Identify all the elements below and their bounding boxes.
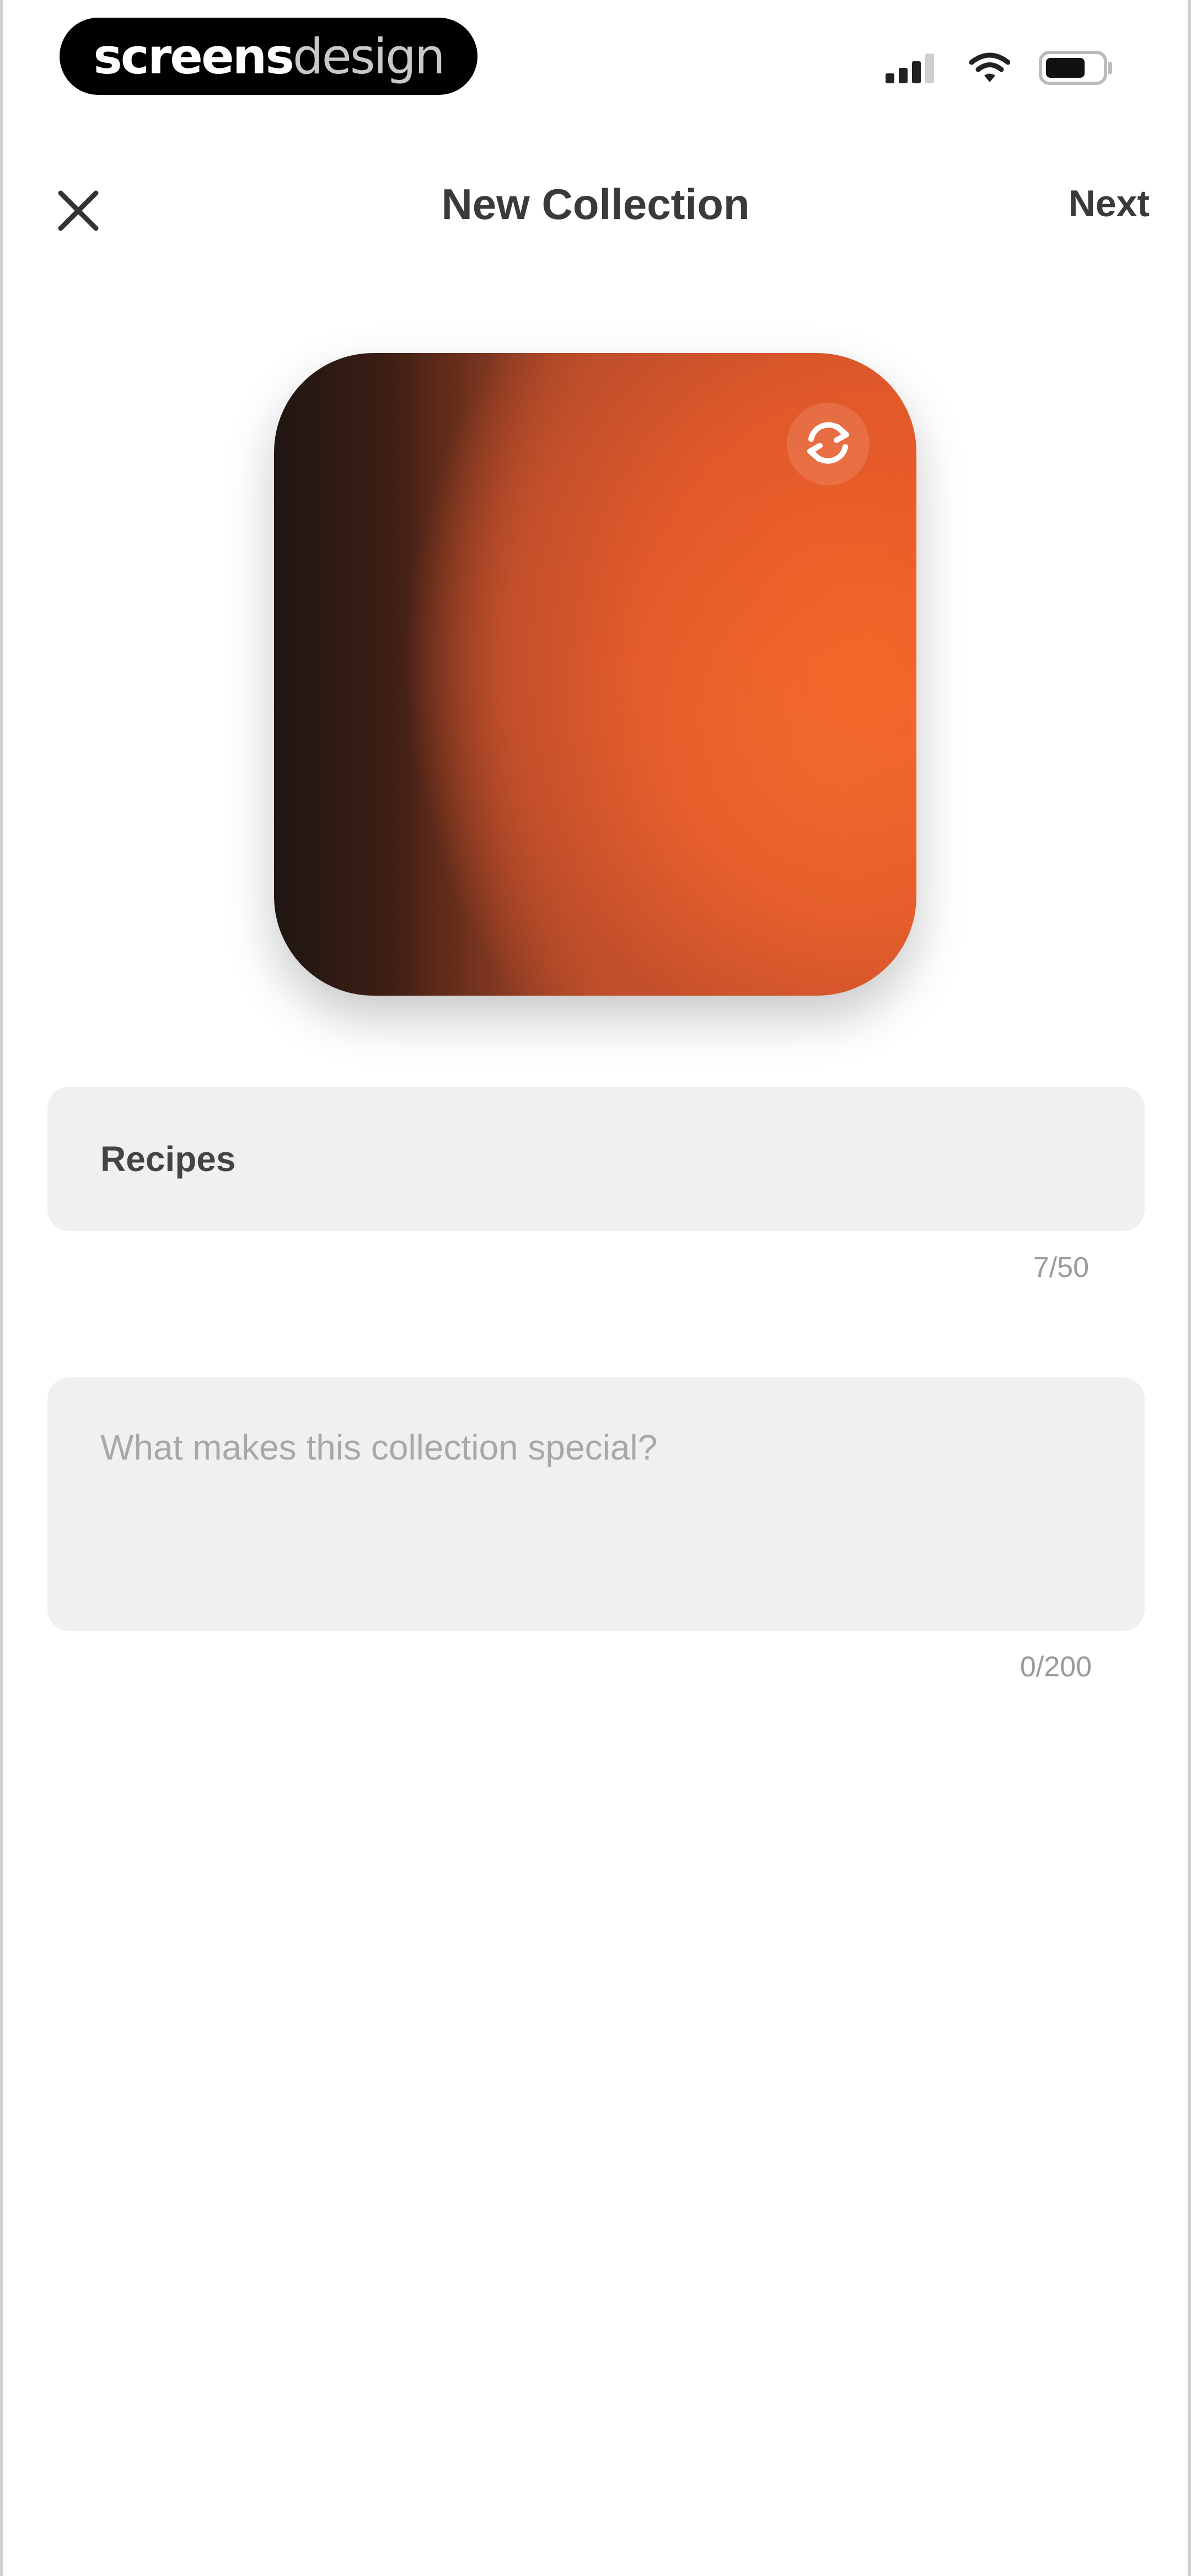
wifi-icon bbox=[969, 52, 1011, 86]
brand-logo-light: design bbox=[292, 28, 446, 85]
collection-name-input[interactable]: Recipes bbox=[47, 1087, 1145, 1231]
page-title: New Collection bbox=[441, 180, 750, 228]
name-character-counter: 7/50 bbox=[1033, 1252, 1089, 1284]
next-button[interactable]: Next bbox=[1069, 182, 1150, 225]
refresh-icon bbox=[798, 413, 859, 476]
brand-logo-bold: screens bbox=[93, 28, 294, 85]
collection-name-value: Recipes bbox=[100, 1139, 236, 1179]
description-placeholder: What makes this collection special? bbox=[100, 1428, 658, 1467]
collection-description-input[interactable]: What makes this collection special? bbox=[47, 1377, 1145, 1631]
cellular-signal-icon bbox=[886, 52, 941, 86]
status-icons bbox=[886, 51, 1114, 88]
battery-icon bbox=[1039, 51, 1114, 88]
refresh-cover-button[interactable] bbox=[787, 403, 870, 485]
brand-logo: screens design bbox=[60, 18, 478, 95]
collection-cover-image[interactable] bbox=[274, 353, 916, 996]
description-character-counter: 0/200 bbox=[1020, 1651, 1092, 1683]
